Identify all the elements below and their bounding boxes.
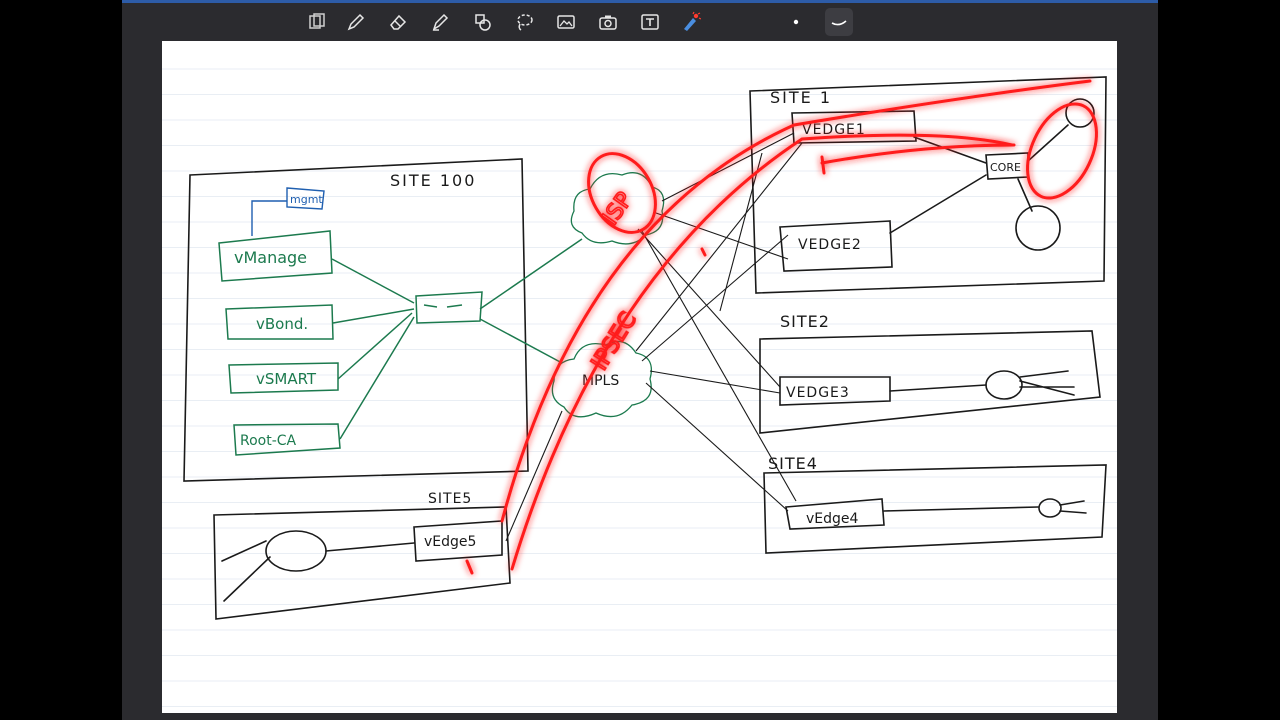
laser-tick-1 bbox=[820, 155, 826, 175]
site-4-box bbox=[763, 464, 1107, 554]
camera-icon[interactable] bbox=[594, 8, 622, 36]
pen-color-dot[interactable] bbox=[782, 8, 810, 36]
site-5-box bbox=[213, 506, 511, 620]
laser-tick-3 bbox=[700, 247, 707, 257]
color-dot bbox=[793, 19, 799, 25]
vedge2-label: VEDGE2 bbox=[798, 237, 862, 253]
ipsec-label: IPSEC bbox=[587, 308, 642, 375]
laser-tick-2 bbox=[465, 559, 474, 575]
site-100-label: SITE 100 bbox=[390, 171, 476, 190]
app-window: SITE 100 mgmt vManage vBond. vSMART Root… bbox=[0, 0, 1280, 720]
vsmart-label: vSMART bbox=[256, 370, 317, 388]
router-circle-2 bbox=[1015, 205, 1061, 251]
vedge5-label: vEdge5 bbox=[424, 534, 476, 550]
pen-icon[interactable] bbox=[342, 8, 370, 36]
root-ca-label: Root-CA bbox=[240, 433, 297, 449]
eraser-icon[interactable] bbox=[384, 8, 412, 36]
core-label: CORE bbox=[990, 161, 1021, 174]
text-box-icon[interactable] bbox=[636, 8, 664, 36]
site-1-label: SITE 1 bbox=[770, 88, 832, 107]
router-circle-5 bbox=[265, 530, 327, 572]
laser-pointer-icon[interactable] bbox=[676, 8, 704, 36]
site-1-box bbox=[749, 76, 1107, 294]
site-5-label: SITE5 bbox=[428, 491, 472, 507]
vbond-label: vBond. bbox=[256, 315, 308, 333]
site-4-label: SITE4 bbox=[768, 454, 818, 473]
shapes-icon[interactable] bbox=[468, 8, 496, 36]
page-layout-icon[interactable] bbox=[303, 8, 331, 36]
whiteboard-canvas[interactable]: SITE 100 mgmt vManage vBond. vSMART Root… bbox=[162, 41, 1117, 713]
switch-box bbox=[415, 291, 483, 324]
isp-label: ISP bbox=[598, 188, 638, 230]
laser-path-2 bbox=[510, 133, 1014, 571]
vmanage-label: vManage bbox=[234, 248, 307, 267]
highlighter-icon[interactable] bbox=[426, 8, 454, 36]
vedge3-label: VEDGE3 bbox=[786, 385, 850, 401]
toolbar bbox=[122, 3, 1158, 41]
lasso-icon[interactable] bbox=[510, 8, 538, 36]
stroke-style-button[interactable] bbox=[825, 8, 853, 36]
site-100-box bbox=[183, 158, 529, 482]
site-2-box bbox=[759, 330, 1101, 434]
notebook-page[interactable]: SITE 100 mgmt vManage vBond. vSMART Root… bbox=[162, 41, 1117, 713]
site-2-label: SITE2 bbox=[780, 312, 830, 331]
router-circle-4 bbox=[1038, 498, 1062, 518]
switch-marks bbox=[423, 304, 463, 308]
image-icon[interactable] bbox=[552, 8, 580, 36]
laser-router-circle bbox=[1026, 102, 1098, 200]
laser-path-3 bbox=[820, 143, 1016, 165]
vedge4-label: vEdge4 bbox=[806, 511, 859, 527]
mgmt-label: mgmt bbox=[290, 193, 323, 206]
